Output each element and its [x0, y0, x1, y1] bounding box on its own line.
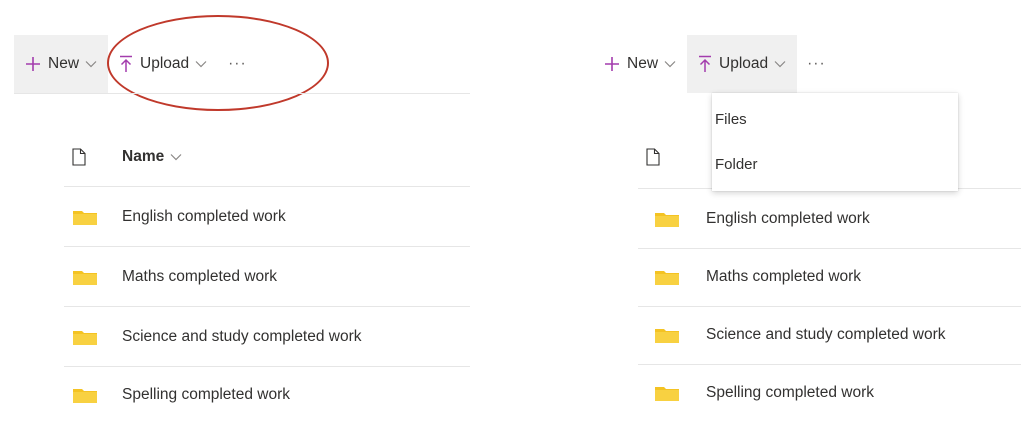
plus-icon [604, 56, 620, 72]
folder-icon [70, 329, 100, 345]
list-item-label: English completed work [706, 210, 870, 227]
list-item-label: Maths completed work [122, 268, 278, 285]
upload-folder-menu-item[interactable]: Folder [712, 142, 958, 187]
right-panel: New Upload ··· English completed work Ma… [585, 0, 1021, 421]
row-divider [64, 246, 470, 247]
toolbar-divider [14, 93, 470, 94]
chevron-down-icon [774, 60, 786, 68]
folder-icon [70, 387, 100, 403]
new-button[interactable]: New [14, 35, 109, 93]
upload-dropdown-menu: Files Folder [712, 93, 958, 191]
folder-icon [70, 209, 100, 225]
list-item[interactable]: English completed work [64, 188, 470, 246]
list-item-label: Spelling completed work [706, 384, 875, 401]
chevron-down-icon [195, 60, 207, 68]
list-item-label: English completed work [122, 208, 286, 225]
plus-icon [25, 56, 41, 72]
list-item-label: Spelling completed work [122, 386, 291, 403]
new-button-label: New [48, 55, 80, 72]
list-item[interactable]: Spelling completed work [64, 366, 470, 424]
command-bar: New Upload ··· [14, 35, 470, 93]
list-item[interactable]: Maths completed work [638, 248, 1021, 306]
upload-button-label: Upload [719, 55, 769, 72]
upload-button[interactable]: Upload [687, 35, 798, 93]
list-item[interactable]: Maths completed work [64, 248, 470, 306]
name-column-header[interactable]: Name [122, 148, 182, 166]
more-options-button[interactable]: ··· [797, 35, 836, 93]
row-divider [64, 306, 470, 307]
list-item-label: Maths completed work [706, 268, 862, 285]
list-item-label: Science and study completed work [122, 328, 362, 345]
list-item-label: Science and study completed work [706, 326, 946, 343]
name-column-header-label: Name [122, 148, 165, 165]
upload-arrow-icon [698, 55, 712, 73]
upload-arrow-icon [119, 55, 133, 73]
list-header: Name [64, 128, 470, 186]
folder-icon [652, 211, 682, 227]
list-item[interactable]: Spelling completed work [638, 364, 1021, 422]
more-options-icon: ··· [807, 55, 826, 72]
folder-icon [652, 385, 682, 401]
list-item[interactable]: Science and study completed work [64, 308, 470, 366]
more-options-icon: ··· [228, 55, 247, 72]
chevron-down-icon [85, 60, 97, 68]
document-icon [64, 148, 94, 166]
upload-files-menu-item[interactable]: Files [712, 97, 958, 142]
command-bar: New Upload ··· [593, 35, 1013, 93]
folder-icon [652, 327, 682, 343]
list-item[interactable]: English completed work [638, 190, 1021, 248]
folder-icon [70, 269, 100, 285]
row-divider [64, 186, 470, 187]
list-item[interactable]: Science and study completed work [638, 306, 1021, 364]
document-icon [638, 148, 668, 166]
upload-button-label: Upload [140, 55, 190, 72]
upload-button[interactable]: Upload [108, 35, 218, 93]
chevron-down-icon [664, 60, 676, 68]
left-panel: New Upload ··· Name English completed wo… [0, 0, 480, 421]
more-options-button[interactable]: ··· [218, 35, 257, 93]
chevron-down-icon [170, 153, 182, 161]
folder-icon [652, 269, 682, 285]
new-button-label: New [627, 55, 659, 72]
new-button[interactable]: New [593, 35, 687, 93]
